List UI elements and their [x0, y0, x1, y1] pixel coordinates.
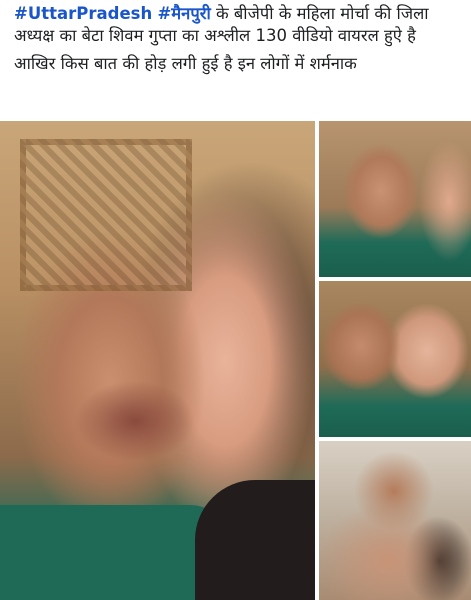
post-text-line-2: आखिर किस बात की होड़ लगी हुई है इन लोगों…: [14, 54, 357, 73]
photo-grid: [0, 121, 471, 600]
photo-top-right[interactable]: [319, 121, 471, 277]
post-card: #UttarPradesh #मैनपुरी के बीजेपी के महिल…: [0, 0, 471, 600]
dark-dress-shape: [195, 480, 315, 600]
hashtag-uttarpradesh[interactable]: #UttarPradesh: [14, 4, 152, 23]
post-text-line-1: #UttarPradesh #मैनपुरी के बीजेपी के महिल…: [14, 3, 466, 47]
carved-panel-background: [20, 139, 192, 291]
hashtag-mainpuri[interactable]: #मैनपुरी: [157, 4, 210, 23]
photo-bottom-right[interactable]: [319, 441, 471, 600]
photo-middle-right[interactable]: [319, 281, 471, 437]
photo-main[interactable]: [0, 121, 315, 600]
post-text: #UttarPradesh #मैनपुरी के बीजेपी के महिल…: [14, 3, 466, 75]
